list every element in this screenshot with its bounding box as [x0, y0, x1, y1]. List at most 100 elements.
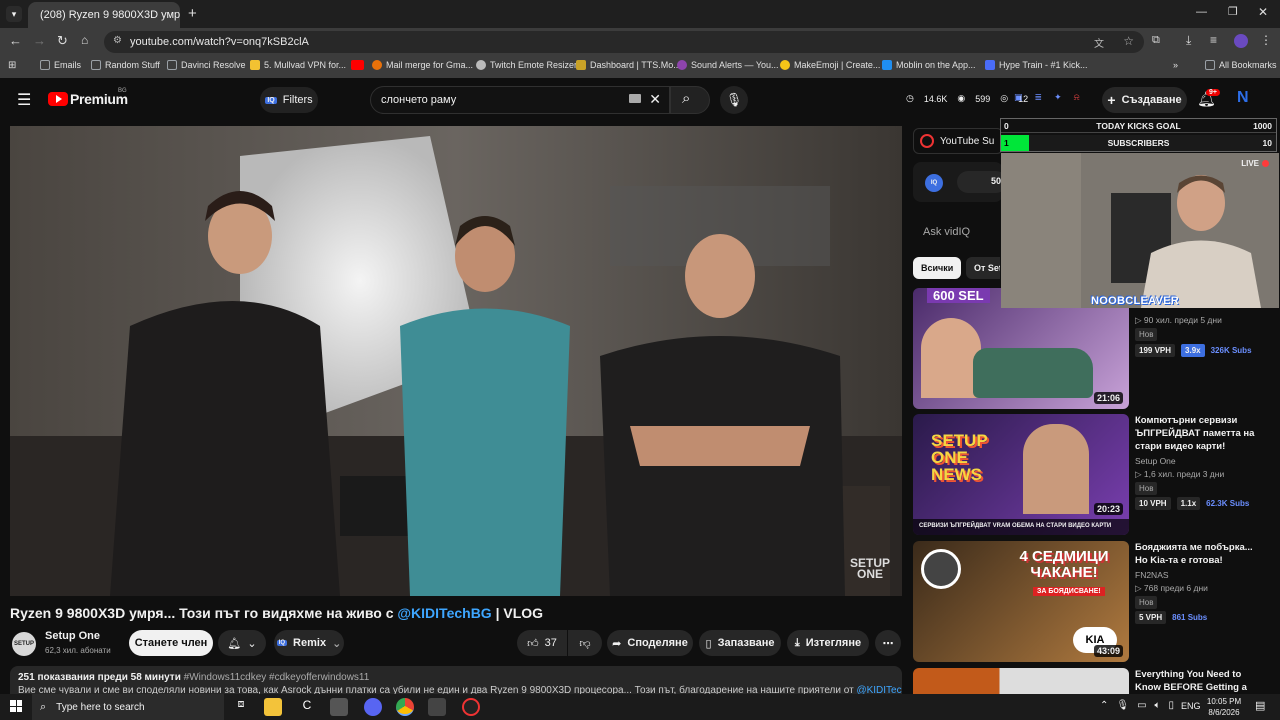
bookmark-3[interactable]: 5. Mullvad VPN for...	[250, 60, 346, 70]
task-view-icon[interactable]: ⧈	[232, 698, 250, 716]
chip-from-channel[interactable]: От Set	[966, 257, 1000, 279]
restore-icon[interactable]: ❐	[1228, 5, 1238, 18]
like-button[interactable]: 👍︎ 37	[517, 630, 567, 656]
channel-avatar[interactable]: SETUP	[12, 632, 36, 656]
downloads-icon[interactable]: ⤓	[1186, 33, 1191, 48]
network-icon[interactable]: ▭	[1137, 700, 1146, 711]
site-info-icon[interactable]: ⚙	[113, 35, 122, 46]
bookmark-11[interactable]: Hype Train - #1 Kick...	[985, 60, 1088, 70]
battery-icon[interactable]: ▯	[1169, 700, 1175, 711]
create-button[interactable]: + Създаване	[1102, 87, 1187, 113]
more-bookmarks-icon[interactable]: »	[1173, 60, 1178, 70]
all-bookmarks[interactable]: All Bookmarks	[1205, 60, 1277, 70]
bookmark-star-icon[interactable]: ☆	[1123, 34, 1134, 48]
notification-center-icon[interactable]: ▤	[1255, 699, 1265, 712]
obs-icon[interactable]	[462, 698, 480, 716]
video-player[interactable]: SETUP ONE	[10, 126, 902, 596]
remix-button[interactable]: IQ Remix ⌄	[274, 630, 344, 656]
thumbnail-3[interactable]	[913, 668, 1129, 694]
video-2-title[interactable]: Бояджията ме побърка... Но Kia-та е гото…	[1135, 541, 1255, 567]
subscribe-bell-button[interactable]: 🔔︎ ⌄	[218, 630, 266, 656]
join-button[interactable]: Станете член	[129, 630, 213, 656]
microphone-icon[interactable]: 🎙︎	[1116, 700, 1129, 711]
profile-avatar[interactable]	[1234, 34, 1248, 48]
video-2-channel[interactable]: FN2NAS	[1135, 570, 1169, 580]
bookmark-icon: ▯	[705, 637, 712, 650]
media-icon[interactable]: ≡	[1210, 33, 1217, 47]
extensions-icon[interactable]: ⧉	[1152, 34, 1160, 47]
live-indicator: LIVE	[1241, 159, 1269, 168]
bookmark-2[interactable]: Davinci Resolve	[167, 60, 246, 70]
chip-all[interactable]: Всички	[913, 257, 962, 279]
thumbnail-1[interactable]: SETUP ONE NEWS СЕРВИЗИ ЪПГРЕЙДВАТ VRAM О…	[913, 414, 1129, 535]
url-bar[interactable]: ⚙ youtube.com/watch?v=onq7kSB2clA 文 ☆	[104, 31, 1144, 53]
more-actions-icon[interactable]: ⋯	[875, 630, 901, 656]
youtube-summary-panel[interactable]: YouTube Su	[913, 128, 1003, 154]
youtube-logo-icon[interactable]	[48, 92, 68, 106]
discord-icon[interactable]	[364, 698, 382, 716]
chrome-icon[interactable]	[396, 698, 414, 716]
vidiq-icon: IQ	[276, 640, 288, 646]
list-icon[interactable]: ≣	[1035, 92, 1043, 103]
save-button[interactable]: ▯ Запазване	[699, 630, 781, 656]
bookmark-10[interactable]: Moblin on the App...	[882, 60, 976, 70]
tab-search-button[interactable]: ▾	[6, 6, 22, 22]
pin-icon[interactable]: ✦	[1054, 92, 1062, 103]
new-badge: Нов	[1135, 482, 1158, 495]
video-3-title[interactable]: Everything You Need to Know BEFORE Getti…	[1135, 668, 1255, 694]
guide-menu-icon[interactable]: ☰	[17, 90, 31, 110]
bookmark-5[interactable]: Mail merge for Gma...	[372, 60, 473, 70]
windows-start-icon[interactable]	[10, 700, 22, 712]
window-close-icon[interactable]: ✕	[1258, 5, 1268, 19]
browser-menu-icon[interactable]: ⋮	[1260, 33, 1272, 47]
filters-button[interactable]: IQ Filters	[260, 87, 318, 113]
app-c-icon[interactable]: C	[298, 698, 316, 716]
bell-off-icon[interactable]: ⍾	[1074, 92, 1080, 103]
bookmark-8[interactable]: Sound Alerts — You...	[677, 60, 779, 70]
bookmark-9[interactable]: MakeEmoji | Create...	[780, 60, 880, 70]
home-icon[interactable]: ⌂	[81, 33, 88, 47]
vidiq-badge-icon[interactable]: ▣	[1014, 92, 1023, 103]
calculator-icon[interactable]	[428, 698, 446, 716]
channel-name[interactable]: Setup One	[45, 630, 100, 642]
video-1-channel[interactable]: Setup One	[1135, 456, 1176, 466]
video-1-title[interactable]: Компютърни сервизи ЪПГРЕЙДВАТ паметта на…	[1135, 414, 1255, 453]
bookmark-0[interactable]: Emails	[40, 60, 81, 70]
share-button[interactable]: ➦ Споделяне	[607, 630, 693, 656]
forward-icon[interactable]: →	[33, 33, 46, 48]
bookmark-4[interactable]	[351, 60, 364, 70]
bookmark-1[interactable]: Random Stuff	[91, 60, 160, 70]
system-tray[interactable]: ⌃ 🎙︎ ▭ 🔈︎ ▯	[1100, 700, 1174, 711]
thumbnail-2[interactable]: 4 СЕДМИЦИ ЧАКАНЕ! ЗА БОЯДИСВАНЕ! KIA 43:…	[913, 541, 1129, 662]
keyboard-icon[interactable]	[629, 94, 641, 103]
translate-icon[interactable]: 文	[1094, 35, 1104, 50]
apps-grid-icon[interactable]: ⊞	[8, 60, 16, 71]
channel-watermark[interactable]: SETUP ONE	[850, 557, 890, 580]
volume-icon[interactable]: 🔈︎	[1155, 700, 1161, 711]
tray-chevron-icon[interactable]: ⌃	[1100, 700, 1108, 711]
title-mention-link[interactable]: @KIDITechBG	[397, 605, 491, 621]
person-left	[110, 301, 340, 596]
voice-search-icon[interactable]: 🎙︎	[720, 86, 748, 114]
search-button[interactable]: ⌕	[670, 86, 710, 114]
active-tab[interactable]: (208) Ryzen 9 9800X3D умр... ✕	[28, 2, 180, 28]
view-count-and-date: 251 показвания преди 58 минути	[18, 672, 181, 683]
app-icon[interactable]	[330, 698, 348, 716]
download-button[interactable]: ⤓ Изтегляне	[787, 630, 869, 656]
file-explorer-icon[interactable]	[264, 698, 282, 716]
minimize-icon[interactable]: —	[1196, 6, 1207, 18]
ask-vidiq-input[interactable]: Ask vidIQ	[913, 222, 1003, 246]
hashtags[interactable]: #Windows11cdkey #cdkeyofferwindows11	[184, 672, 370, 683]
taskbar-search-box[interactable]: ⌕ Type here to search	[32, 694, 224, 720]
bookmark-6[interactable]: Twitch Emote Resizer	[476, 60, 577, 70]
reload-icon[interactable]: ↻	[57, 33, 68, 49]
back-icon[interactable]: ←	[9, 33, 22, 48]
clock[interactable]: 10:05 PM 8/6/2026	[1204, 696, 1244, 718]
input-language[interactable]: ENG	[1181, 701, 1201, 711]
search-input[interactable]: слончето раму ✕	[370, 86, 670, 114]
bookmark-7[interactable]: Dashboard | TTS.Mo...	[576, 60, 681, 70]
new-tab-icon[interactable]: +	[188, 5, 197, 22]
clear-search-icon[interactable]: ✕	[649, 91, 661, 108]
account-avatar[interactable]: N	[1237, 89, 1249, 107]
dislike-button[interactable]: 👎︎	[568, 630, 602, 656]
